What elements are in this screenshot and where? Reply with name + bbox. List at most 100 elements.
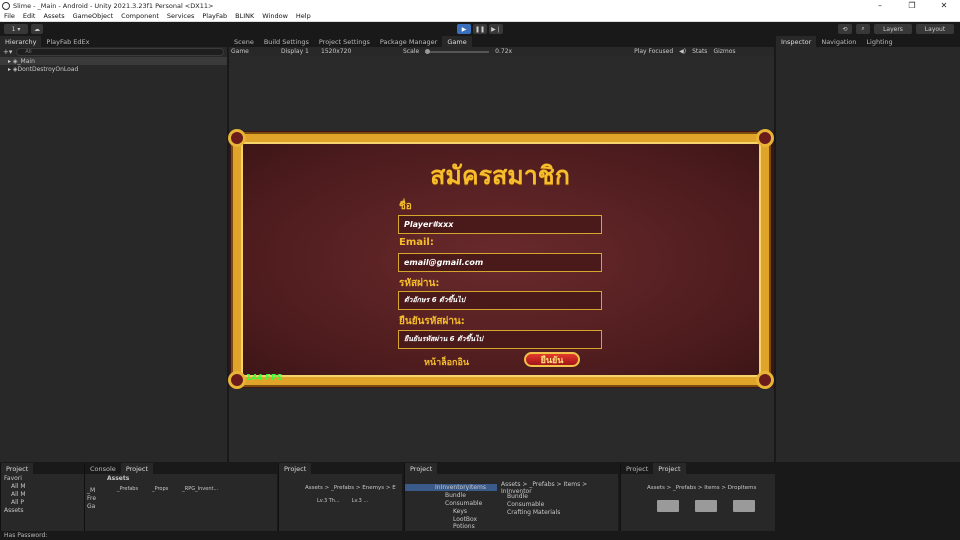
menu-gameobject[interactable]: GameObject <box>73 12 114 20</box>
menu-playfab[interactable]: PlayFab <box>202 12 227 20</box>
scale-slider[interactable] <box>425 48 490 54</box>
tab-playfab-edex[interactable]: PlayFab EdEx <box>41 36 94 47</box>
asset-prefab[interactable]: Lv.3 ... <box>352 498 368 504</box>
tab-project-settings[interactable]: Project Settings <box>314 36 375 47</box>
step-button[interactable]: ▶❘ <box>489 24 503 34</box>
tab-build-settings[interactable]: Build Settings <box>259 36 314 47</box>
tab-game[interactable]: Game <box>442 36 472 47</box>
asset-folder[interactable]: _Props <box>152 486 168 492</box>
tab-project[interactable]: Project <box>653 463 686 474</box>
menu-edit[interactable]: Edit <box>23 12 36 20</box>
menu-assets[interactable]: Assets <box>43 12 64 20</box>
tab-console[interactable]: Console <box>85 463 121 474</box>
assets-root[interactable]: Assets <box>1 506 95 514</box>
menu-window[interactable]: Window <box>262 12 288 20</box>
hierarchy-item-dontdestroyonload[interactable]: ▸ ◈ DontDestroyOnLoad <box>0 65 227 73</box>
hierarchy-search-input[interactable]: All <box>16 48 224 56</box>
account-dropdown[interactable]: 1 ▾ <box>4 24 28 34</box>
pause-button[interactable]: ❚❚ <box>473 24 487 34</box>
layers-dropdown[interactable]: Layers <box>874 24 912 34</box>
scale-value: 0.72x <box>495 48 513 55</box>
unity-scene-icon: ▸ ◈ <box>8 57 18 65</box>
close-button[interactable]: ✕ <box>928 1 960 10</box>
folder-item[interactable]: Ga <box>85 502 103 510</box>
folder-item[interactable]: _M <box>85 486 103 494</box>
folder-item[interactable]: Fre <box>85 494 103 502</box>
asset-folder[interactable]: Crafting Materials <box>497 508 618 516</box>
play-button[interactable]: ▶ <box>457 24 471 34</box>
tab-project[interactable]: Project <box>279 463 312 474</box>
folder-icon[interactable] <box>733 500 755 512</box>
hierarchy-item-main[interactable]: ▸ ◈ _Main <box>0 57 227 65</box>
history-icon[interactable]: ⟲ <box>838 24 852 34</box>
stats-toggle[interactable]: Stats <box>692 48 707 55</box>
gizmos-dropdown[interactable]: Gizmos <box>713 48 735 55</box>
tab-lighting[interactable]: Lighting <box>861 36 897 47</box>
inspector-panel: Inspector Navigation Lighting <box>776 36 960 462</box>
fps-counter: 144 FPS <box>246 373 283 382</box>
tab-project[interactable]: Project <box>120 463 154 474</box>
confirm-button[interactable]: ยืนยัน <box>524 352 580 367</box>
resolution-dropdown[interactable]: 1520x720 <box>321 48 397 55</box>
center-tabbar: Scene Build Settings Project Settings Pa… <box>229 36 774 47</box>
search-icon[interactable]: ⌕ <box>856 24 870 34</box>
play-focused-dropdown[interactable]: Play Focused <box>634 48 673 55</box>
breadcrumb[interactable]: Assets <box>103 474 277 482</box>
layout-dropdown[interactable]: Layout <box>916 24 954 34</box>
tab-project[interactable]: Project <box>621 463 653 474</box>
email-input[interactable]: email@gmail.com <box>398 253 602 272</box>
tab-scene[interactable]: Scene <box>229 36 259 47</box>
tree-item[interactable]: Consumable <box>405 499 497 507</box>
tree-item[interactable]: InInventoryItems <box>405 484 497 491</box>
unity-scene-icon: ▸ ◈ <box>8 65 18 73</box>
folder-icon[interactable] <box>657 500 679 512</box>
menu-services[interactable]: Services <box>167 12 194 20</box>
breadcrumb[interactable]: Assets > _Prefabs > Enemys > E <box>279 484 402 492</box>
folder-icon[interactable] <box>695 500 717 512</box>
asset-prefab[interactable]: Lv.3 Th... <box>317 498 340 504</box>
mute-icon[interactable]: ◀) <box>679 48 686 55</box>
menu-component[interactable]: Component <box>121 12 159 20</box>
menu-help[interactable]: Help <box>296 12 311 20</box>
cloud-icon[interactable]: ☁ <box>31 24 43 34</box>
maximize-button[interactable]: ❐ <box>896 1 928 10</box>
add-icon[interactable]: +▾ <box>3 48 12 56</box>
breadcrumb[interactable]: Assets > _Prefabs > Items > DropItems <box>621 484 775 492</box>
game-mode-dropdown[interactable]: Game <box>231 48 275 55</box>
tab-hierarchy[interactable]: Hierarchy <box>0 36 42 47</box>
tab-package-manager[interactable]: Package Manager <box>375 36 443 47</box>
scale-label: Scale <box>403 48 420 55</box>
menu-file[interactable]: File <box>4 12 15 20</box>
tab-inspector[interactable]: Inspector <box>776 36 817 47</box>
display-dropdown[interactable]: Display 1 <box>281 48 315 55</box>
login-link[interactable]: หน้าล็อกอิน <box>424 355 469 369</box>
password-input[interactable]: ตัวอักษร 6 ตัวขึ้นไป <box>398 291 602 310</box>
confirm-password-input[interactable]: ยืนยันรหัสผ่าน 6 ตัวขึ้นไป <box>398 330 602 349</box>
favorite-item[interactable]: All M <box>1 482 95 490</box>
asset-folder[interactable]: _Prefabs <box>117 486 138 492</box>
tree-item[interactable]: Potions <box>405 523 497 530</box>
hierarchy-panel: Hierarchy PlayFab EdEx +▾ All ▸ ◈ _Main … <box>0 36 227 462</box>
register-title: สมัครสมาชิก <box>430 161 570 190</box>
name-input[interactable]: Player#xxx <box>398 215 602 234</box>
favorite-item[interactable]: All P <box>1 498 95 506</box>
tab-project[interactable]: Project <box>405 463 438 474</box>
breadcrumb[interactable]: Assets > _Prefabs > Items > InInventor <box>497 481 618 495</box>
favorite-item[interactable]: All M <box>1 490 95 498</box>
asset-folder[interactable]: Consumable <box>497 500 618 508</box>
frame-corner-bottom-right <box>756 371 774 389</box>
tree-item[interactable]: Bundle <box>405 491 497 499</box>
status-text: Has Password: <box>4 532 48 539</box>
tree-item[interactable]: LootBox <box>405 515 497 523</box>
confirm-password-label: ยืนยันรหัสผ่าน: <box>399 316 465 327</box>
minimize-button[interactable]: – <box>864 1 896 10</box>
tree-item[interactable]: Keys <box>405 507 497 515</box>
window-title: Slime - _Main - Android - Unity 2021.3.2… <box>13 1 214 10</box>
tab-navigation[interactable]: Navigation <box>816 36 861 47</box>
menu-blink[interactable]: BLINK <box>235 12 254 20</box>
asset-folder[interactable]: _RPG_Invent... <box>182 486 218 492</box>
favorites-header[interactable]: Favori <box>1 474 95 482</box>
tab-project[interactable]: Project <box>1 463 34 474</box>
menu-bar: File Edit Assets GameObject Component Se… <box>0 11 960 22</box>
email-label: Email: <box>399 237 434 248</box>
